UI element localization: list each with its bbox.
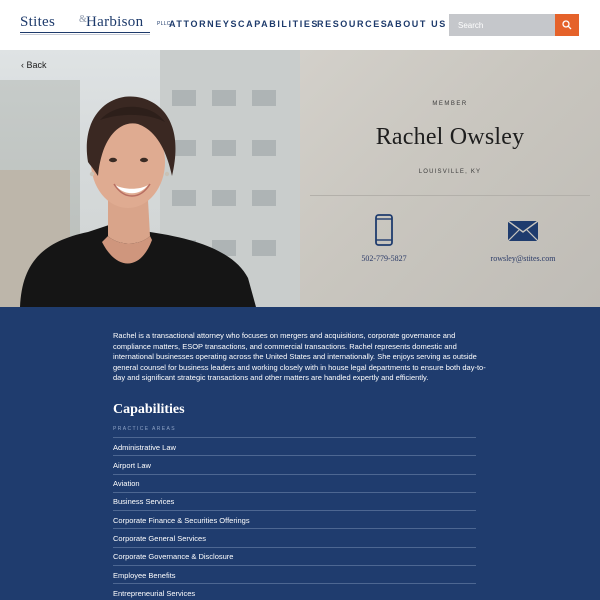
practice-areas-label: PRACTICE AREAS xyxy=(113,426,176,432)
practice-area-item[interactable]: Aviation xyxy=(113,473,476,492)
attorney-hero: ‹ Back MEMBER Rachel Owsley LOUISVILLE, … xyxy=(0,50,600,307)
practice-area-item[interactable]: Employee Benefits xyxy=(113,565,476,583)
attorney-details: Rachel is a transactional attorney who f… xyxy=(0,307,600,600)
email-link[interactable]: rowsley@stites.com xyxy=(480,254,566,263)
search-input[interactable] xyxy=(449,14,555,36)
attorney-info-panel: MEMBER Rachel Owsley LOUISVILLE, KY 502-… xyxy=(300,50,600,307)
search-icon xyxy=(562,20,572,30)
logo-rule xyxy=(20,32,150,33)
mail-icon[interactable] xyxy=(508,221,538,241)
nav-resources[interactable]: RESOURCES xyxy=(317,19,388,29)
nav-attorneys[interactable]: ATTORNEYS xyxy=(169,19,238,29)
practice-area-item[interactable]: Business Services xyxy=(113,491,476,510)
practice-areas-list: Administrative Law Airport Law Aviation … xyxy=(113,437,476,600)
attorney-photo: ‹ Back xyxy=(0,50,300,307)
phone-icon[interactable] xyxy=(375,214,393,246)
phone-link[interactable]: 502-779-5827 xyxy=(340,254,428,263)
practice-area-item[interactable]: Administrative Law xyxy=(113,437,476,455)
practice-area-item[interactable]: Airport Law xyxy=(113,455,476,473)
practice-area-item[interactable]: Entrepreneurial Services xyxy=(113,583,476,600)
practice-area-item[interactable]: Corporate General Services xyxy=(113,528,476,546)
practice-area-item[interactable]: Corporate Finance & Securities Offerings xyxy=(113,510,476,528)
logo-word-harbison: Harbison xyxy=(86,14,144,30)
attorney-name: Rachel Owsley xyxy=(375,124,525,150)
attorney-location: LOUISVILLE, KY xyxy=(418,169,482,175)
nav-about-us[interactable]: ABOUT US xyxy=(387,19,447,29)
attorney-bio: Rachel is a transactional attorney who f… xyxy=(113,331,486,383)
member-label: MEMBER xyxy=(432,101,468,107)
logo-rule-secondary xyxy=(20,34,150,35)
panel-divider xyxy=(310,195,590,196)
attorney-portrait xyxy=(20,96,256,307)
site-header: Stites & Harbison PLLC ATTORNEYS CAPABIL… xyxy=(0,0,600,50)
back-link[interactable]: ‹ Back xyxy=(21,60,47,70)
firm-logo[interactable]: Stites & Harbison PLLC xyxy=(20,12,170,36)
search-button[interactable] xyxy=(555,14,579,36)
back-label: Back xyxy=(26,60,47,70)
capabilities-heading: Capabilities xyxy=(113,402,185,417)
practice-area-item[interactable]: Corporate Governance & Disclosure xyxy=(113,546,476,565)
logo-word-stites: Stites xyxy=(20,14,56,30)
nav-capabilities[interactable]: CAPABILITIES xyxy=(238,19,319,29)
